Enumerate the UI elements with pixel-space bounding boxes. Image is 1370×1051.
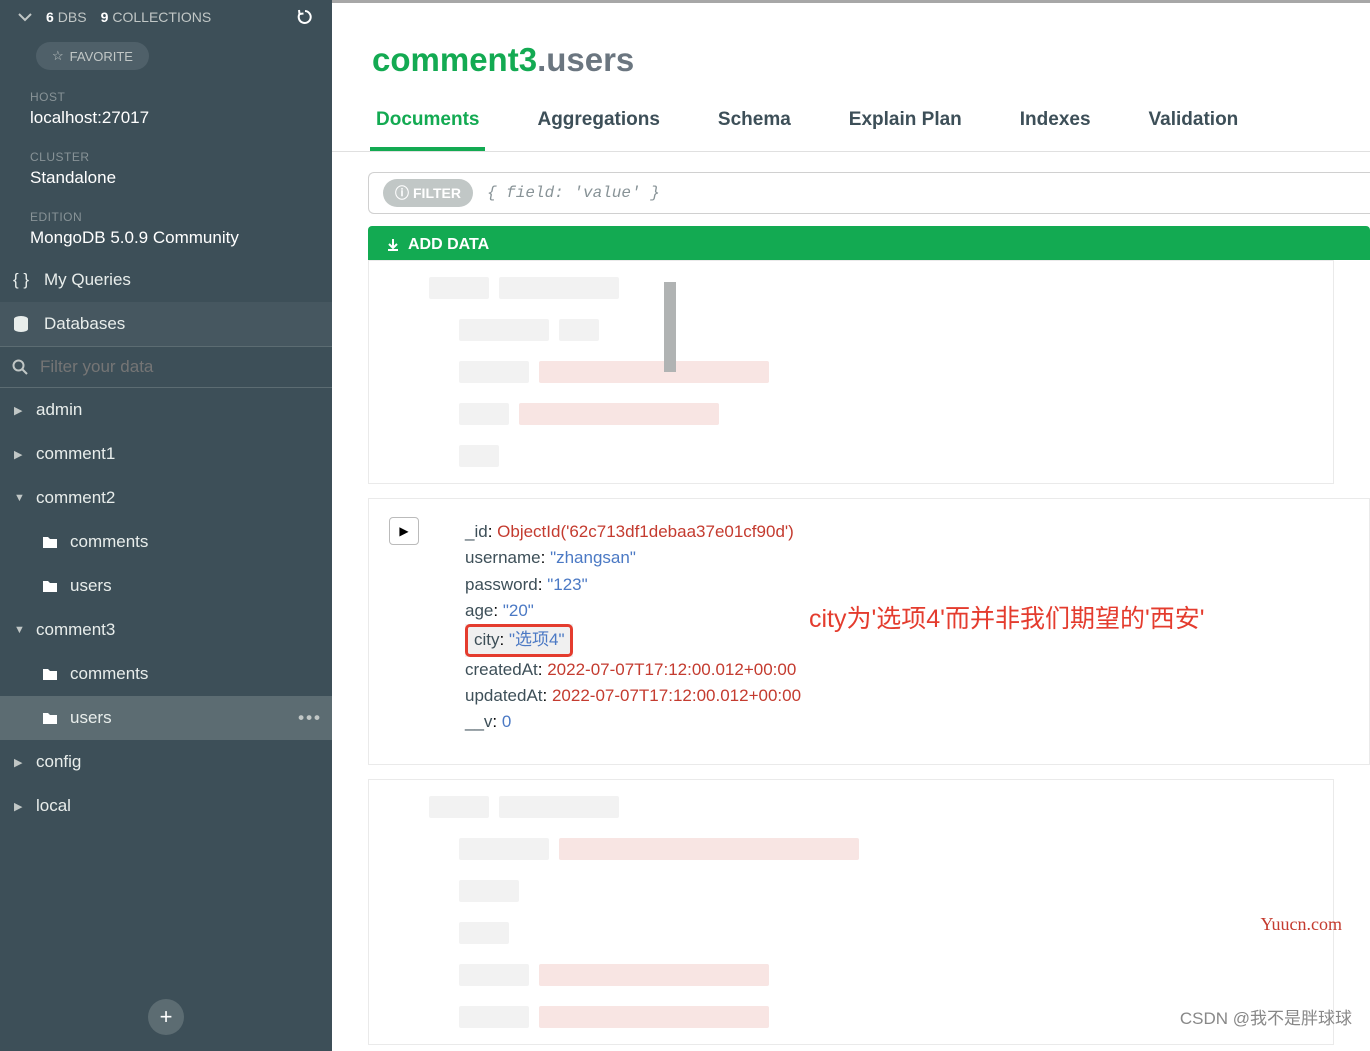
tab-validation[interactable]: Validation xyxy=(1143,97,1245,151)
tree-label: users xyxy=(70,576,112,596)
braces-icon: { } xyxy=(12,270,30,290)
caret-down-icon: ▼ xyxy=(14,624,26,636)
add-data-label: ADD DATA xyxy=(408,236,489,254)
tree-item-comment2-comments[interactable]: comments xyxy=(0,520,332,564)
tree-label: comment1 xyxy=(36,444,115,464)
more-icon[interactable]: ••• xyxy=(298,708,322,728)
caret-right-icon: ▶ xyxy=(14,756,26,769)
favorite-button[interactable]: ☆ FAVORITE xyxy=(36,42,149,70)
folder-icon xyxy=(42,667,58,681)
tab-aggregations[interactable]: Aggregations xyxy=(531,97,665,151)
blurred-document-1 xyxy=(368,260,1334,484)
collection-title: comment3.users xyxy=(332,0,1370,97)
tab-indexes[interactable]: Indexes xyxy=(1014,97,1097,151)
title-coll: .users xyxy=(537,41,634,78)
filter-bar: ⓘ FILTER { field: 'value' } xyxy=(368,172,1370,214)
watermark-yuucn: Yuucn.com xyxy=(1261,914,1342,935)
tree-item-admin[interactable]: ▶ admin xyxy=(0,388,332,432)
edition-label: EDITION xyxy=(30,210,302,224)
nav-label: My Queries xyxy=(44,270,131,290)
tree-item-comment1[interactable]: ▶ comment1 xyxy=(0,432,332,476)
field-city-row: city: "选项4" xyxy=(465,624,573,656)
cluster-label: CLUSTER xyxy=(30,150,302,164)
filter-input[interactable] xyxy=(40,357,320,377)
sidebar-header: 6DBS 9COLLECTIONS xyxy=(0,0,332,34)
cluster-info: CLUSTER Standalone xyxy=(0,138,332,198)
info-icon: ⓘ xyxy=(395,183,409,203)
tabs: Documents Aggregations Schema Explain Pl… xyxy=(332,97,1370,152)
tree-item-local[interactable]: ▶ local xyxy=(0,784,332,828)
field-username: username: "zhangsan" xyxy=(465,545,1341,571)
host-value: localhost:27017 xyxy=(30,108,302,128)
refresh-icon[interactable] xyxy=(296,8,314,26)
tree-label: admin xyxy=(36,400,82,420)
caret-down-icon: ▼ xyxy=(14,492,26,504)
field-createdat: createdAt: 2022-07-07T17:12:00.012+00:00 xyxy=(465,657,1341,683)
database-tree: ▶ admin ▶ comment1 ▼ comment2 comments user… xyxy=(0,388,332,983)
edition-value: MongoDB 5.0.9 Community xyxy=(30,228,302,248)
star-icon: ☆ xyxy=(52,48,64,64)
tree-item-comment3-users[interactable]: users ••• xyxy=(0,696,332,740)
folder-icon xyxy=(42,535,58,549)
tree-label: users xyxy=(70,708,112,728)
filter-query-input[interactable]: { field: 'value' } xyxy=(487,184,660,202)
expand-button[interactable]: ▶ xyxy=(389,517,419,545)
field-id: _id: ObjectId('62c713df1debaa37e01cf90d'… xyxy=(465,519,1341,545)
nav-databases[interactable]: Databases xyxy=(0,302,332,346)
download-icon xyxy=(386,238,400,252)
folder-icon xyxy=(42,579,58,593)
watermark-csdn: CSDN @我不是胖球球 xyxy=(1180,1004,1352,1029)
tree-item-config[interactable]: ▶ config xyxy=(0,740,332,784)
field-updatedat: updatedAt: 2022-07-07T17:12:00.012+00:00 xyxy=(465,683,1341,709)
field-password: password: "123" xyxy=(465,572,1341,598)
caret-right-icon: ▶ xyxy=(14,404,26,417)
folder-icon xyxy=(42,711,58,725)
collections-count: 9COLLECTIONS xyxy=(101,9,212,25)
add-data-button[interactable]: ADD DATA xyxy=(368,226,1370,260)
cluster-value: Standalone xyxy=(30,168,302,188)
tab-explain-plan[interactable]: Explain Plan xyxy=(843,97,968,151)
tree-label: comments xyxy=(70,664,148,684)
field-v: __v: 0 xyxy=(465,709,1341,735)
city-highlight-box: city: "选项4" xyxy=(465,624,573,656)
annotation-text: city为'选项4'而并非我们期望的'西安' xyxy=(809,599,1205,635)
tree-label: config xyxy=(36,752,81,772)
tree-label: local xyxy=(36,796,71,816)
title-db: comment3 xyxy=(372,41,537,78)
document-card: ▶ _id: ObjectId('62c713df1debaa37e01cf90… xyxy=(368,498,1370,765)
tree-item-comment2[interactable]: ▼ comment2 xyxy=(0,476,332,520)
nav-label: Databases xyxy=(44,314,125,334)
tree-item-comment3[interactable]: ▼ comment3 xyxy=(0,608,332,652)
nav-my-queries[interactable]: { } My Queries xyxy=(0,258,332,302)
scrollbar-thumb[interactable] xyxy=(664,282,676,372)
database-icon xyxy=(12,315,30,333)
dbs-count: 6DBS xyxy=(46,9,87,25)
host-label: HOST xyxy=(30,90,302,104)
filter-row xyxy=(0,346,332,388)
tab-documents[interactable]: Documents xyxy=(370,97,485,151)
filter-badge-label: FILTER xyxy=(413,185,461,201)
tree-label: comments xyxy=(70,532,148,552)
tree-item-comment2-users[interactable]: users xyxy=(0,564,332,608)
tab-schema[interactable]: Schema xyxy=(712,97,797,151)
tree-item-comment3-comments[interactable]: comments xyxy=(0,652,332,696)
edition-info: EDITION MongoDB 5.0.9 Community xyxy=(0,198,332,258)
add-database-button[interactable]: + xyxy=(148,999,184,1035)
host-info: HOST localhost:27017 xyxy=(0,78,332,138)
main-content: comment3.users Documents Aggregations Sc… xyxy=(332,0,1370,1051)
tree-label: comment3 xyxy=(36,620,115,640)
tree-label: comment2 xyxy=(36,488,115,508)
favorite-label: FAVORITE xyxy=(70,49,133,64)
caret-right-icon: ▶ xyxy=(14,800,26,813)
sidebar: 6DBS 9COLLECTIONS ☆ FAVORITE HOST localh… xyxy=(0,0,332,1051)
chevron-down-icon[interactable] xyxy=(18,12,32,22)
filter-badge[interactable]: ⓘ FILTER xyxy=(383,179,473,207)
caret-right-icon: ▶ xyxy=(14,448,26,461)
search-icon xyxy=(12,359,28,375)
